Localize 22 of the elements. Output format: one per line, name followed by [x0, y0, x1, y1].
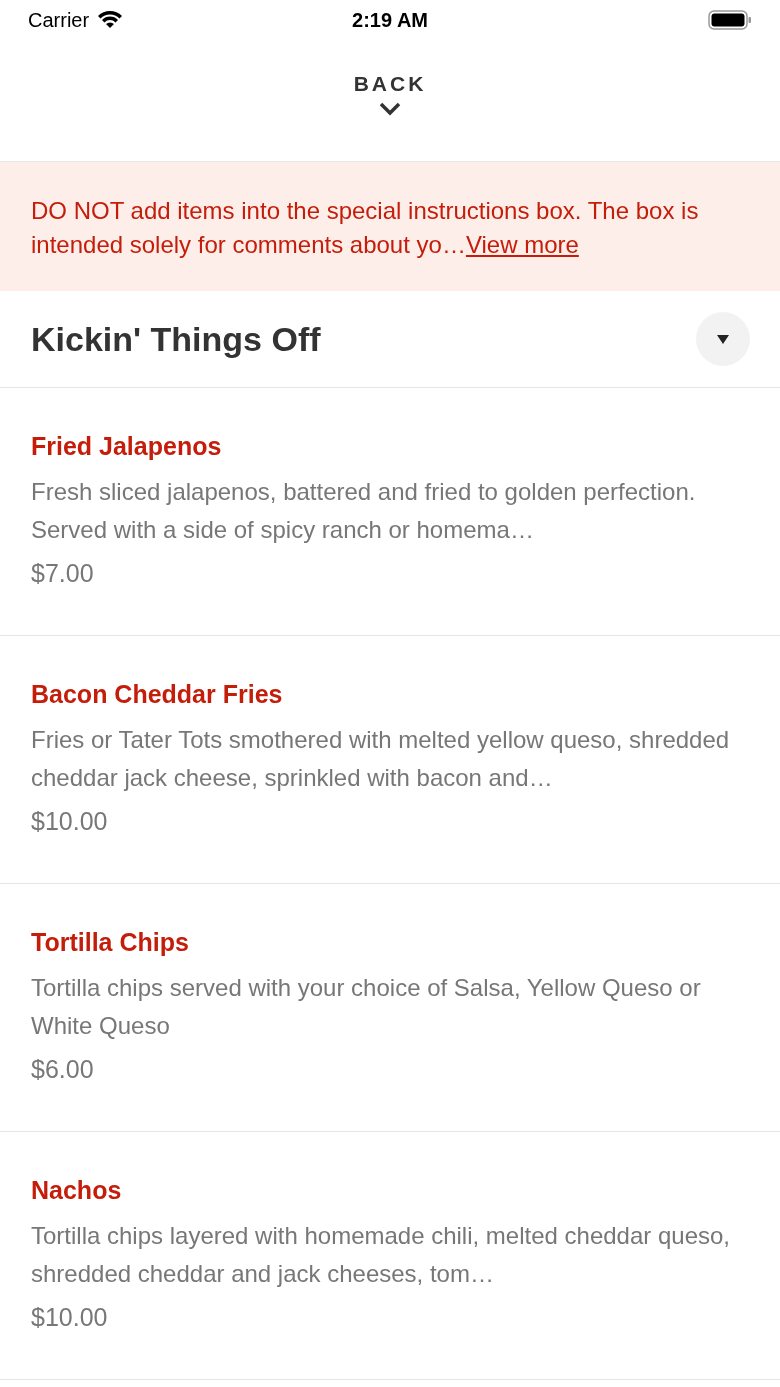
carrier-label: Carrier — [28, 8, 90, 32]
back-button[interactable]: BACK — [343, 40, 437, 144]
notice-text: DO NOT add items into the special instructions box. The box is intended solely for comments about yo…View more — [31, 196, 700, 260]
item-price: $10.00 — [31, 1303, 108, 1332]
item-price: $7.00 — [31, 559, 94, 588]
item-description: Fresh sliced jalapenos, battered and fried to golden perfection. Served with a side of spicy ranch or homema… — [31, 477, 697, 545]
view-more-link[interactable]: View more — [465, 231, 579, 258]
item-name[interactable]: Tortilla Chips — [31, 928, 189, 957]
triangle-down-icon — [717, 334, 729, 344]
item-description: Tortilla chips served with your choice of Salsa, Yellow Queso or White Queso — [31, 973, 702, 1041]
section-title: Kickin' Things Off — [31, 319, 322, 359]
item-price: $10.00 — [31, 807, 108, 836]
chevron-down-icon — [379, 102, 401, 116]
item-name[interactable]: Fried Jalapenos — [31, 432, 222, 461]
item-description: Fries or Tater Tots smothered with melted yellow queso, shredded cheddar jack cheese, sprinkled with bacon and… — [31, 725, 731, 793]
item-description: Tortilla chips layered with homemade chili, melted cheddar queso, shredded cheddar and jack cheeses, tom… — [31, 1221, 732, 1289]
item-name[interactable]: Nachos — [31, 1176, 122, 1205]
item-price: $6.00 — [31, 1055, 94, 1084]
item-name[interactable]: Bacon Cheddar Fries — [31, 680, 283, 709]
battery-icon — [708, 10, 752, 30]
clock-time: 2:19 AM — [352, 8, 428, 32]
wifi-icon — [97, 10, 124, 30]
